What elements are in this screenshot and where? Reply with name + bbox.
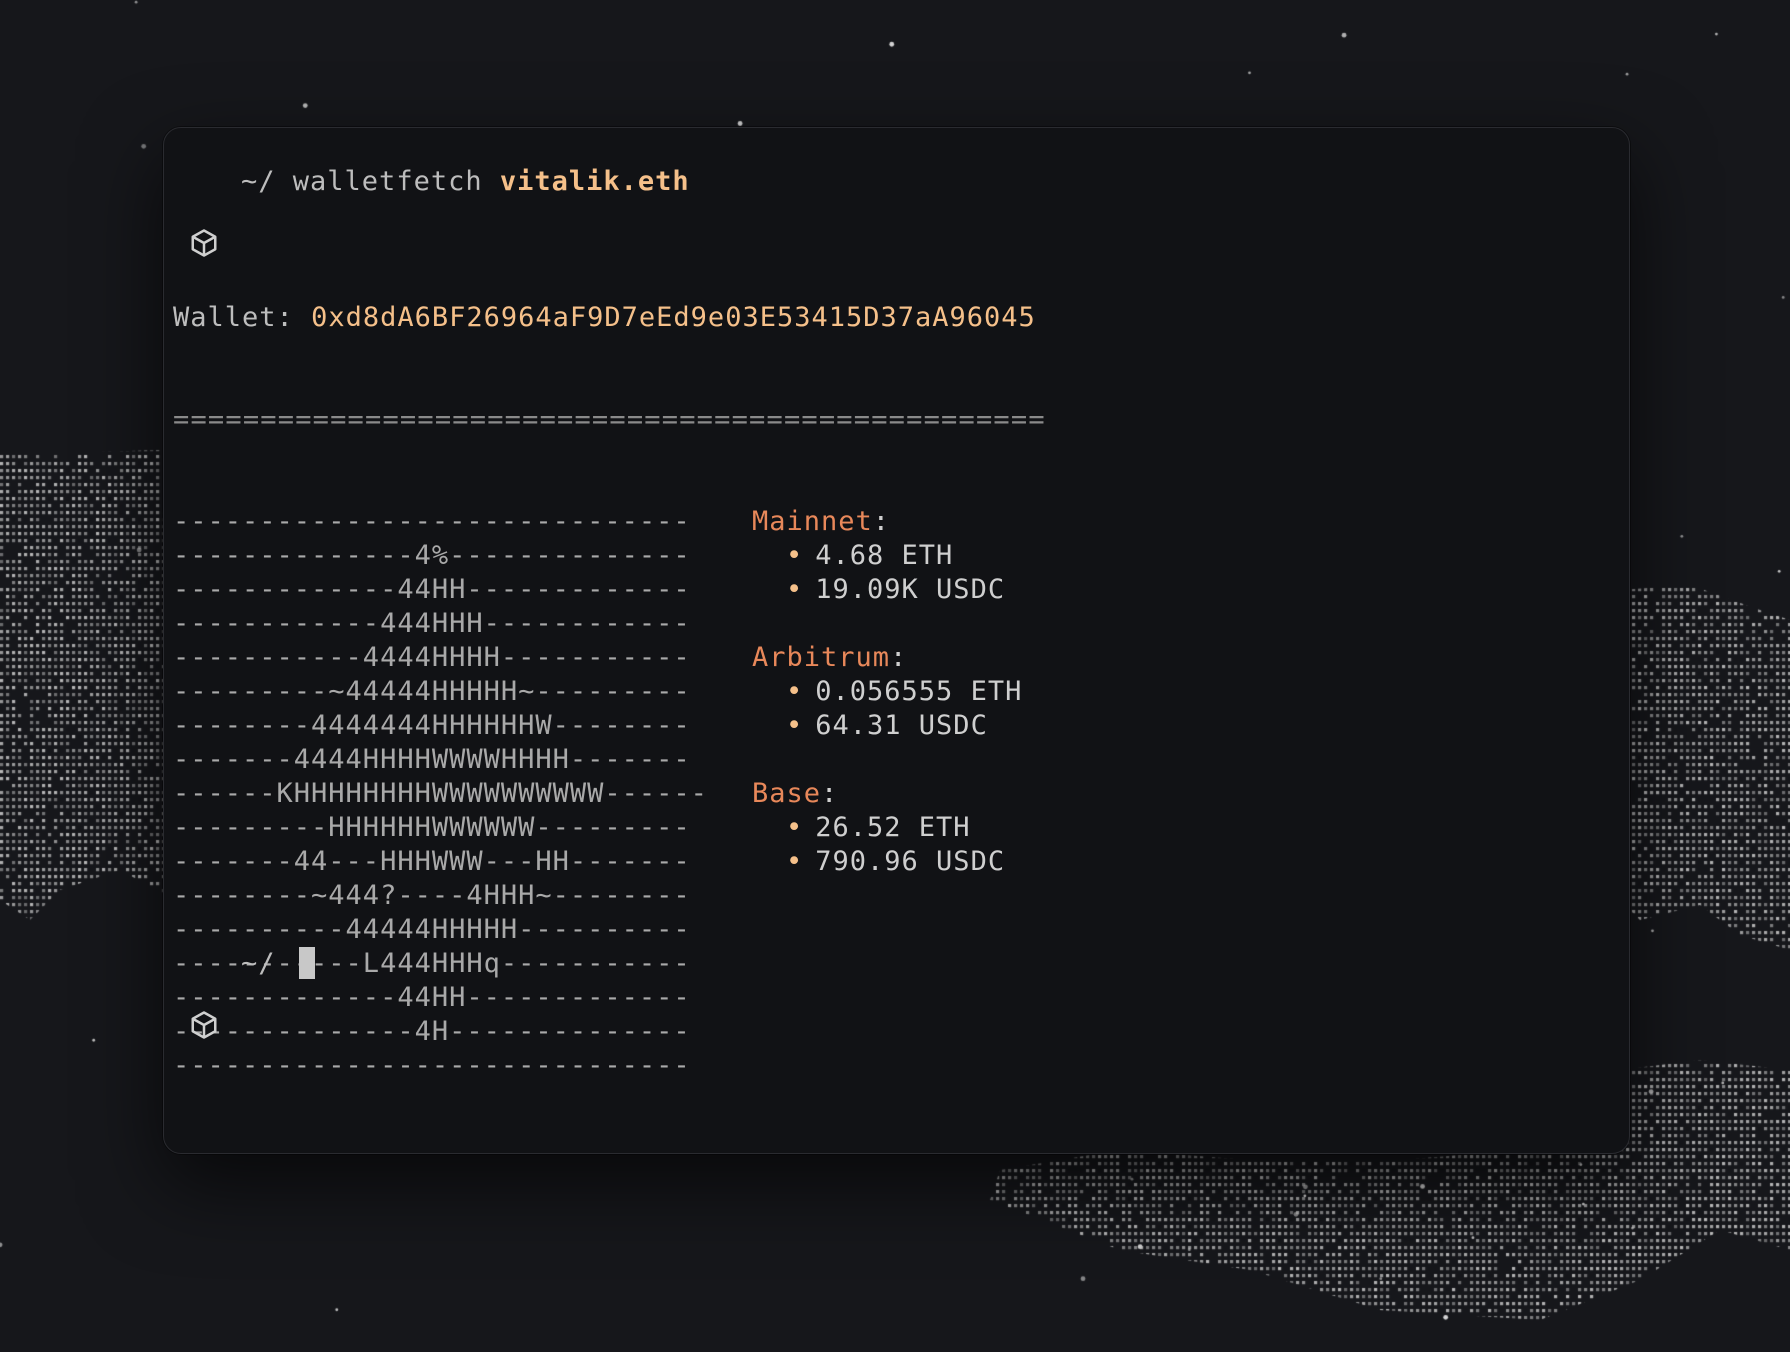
asset-amount: 0.056555 ETH	[815, 676, 1023, 707]
asset-balance: • 19.09K USDC	[752, 573, 1022, 607]
asset-balance: • 64.31 USDC	[752, 709, 1022, 743]
ascii-art-row: -------------44HH-------------	[173, 574, 691, 605]
asset-amount: 790.96 USDC	[815, 846, 1006, 877]
terminal-window[interactable]: ~/ walletfetch vitalik.eth Wallet: 0xd8d…	[163, 127, 1630, 1154]
output-columns: ------------------------------ ----------…	[173, 505, 1046, 1083]
ascii-art-row: ---------~44444HHHHH~---------	[173, 676, 691, 707]
ascii-art-row: ------------------------------	[173, 506, 691, 537]
ascii-art-row: -------44---HHHWWW---HH-------	[173, 846, 691, 877]
prompt-path: ~/	[241, 947, 276, 979]
command-prompt: ~/ walletfetch vitalik.eth	[189, 161, 690, 257]
bullet-icon: •	[786, 710, 804, 741]
bullet-icon: •	[786, 574, 804, 605]
wallet-line: Wallet: 0xd8dA6BF26964aF9D7eEd9e03E53415…	[173, 301, 1046, 335]
prompt-path: ~/	[241, 165, 276, 197]
asset-amount: 19.09K USDC	[815, 574, 1006, 605]
command-output: Wallet: 0xd8dA6BF26964aF9D7eEd9e03E53415…	[173, 233, 1046, 1151]
network-name: Mainnet:	[752, 506, 891, 537]
prompt-argument: vitalik.eth	[499, 165, 690, 197]
text-cursor[interactable]	[298, 947, 315, 979]
asset-amount: 64.31 USDC	[815, 710, 988, 741]
ascii-art-row: ------KHHHHHHHHWWWWWWWWWW------	[173, 778, 708, 809]
asset-balance: • 4.68 ETH	[752, 539, 1022, 573]
wallet-address[interactable]: 0xd8dA6BF26964aF9D7eEd9e03E53415D37aA960…	[311, 302, 1036, 333]
asset-amount: 4.68 ETH	[815, 540, 954, 571]
asset-balance: • 0.056555 ETH	[752, 675, 1022, 709]
idle-prompt[interactable]: ~/	[189, 943, 315, 1039]
ascii-art-row: ------------444HHH------------	[173, 608, 691, 639]
network-name: Arbitrum:	[752, 642, 908, 673]
ascii-art-row: ---------HHHHHHWWWWWW---------	[173, 812, 691, 843]
ascii-art-row: --------------4%--------------	[173, 540, 691, 571]
bullet-icon: •	[786, 812, 804, 843]
cube-icon	[189, 948, 219, 1039]
network-spacer	[752, 607, 1022, 641]
network-spacer	[752, 743, 1022, 777]
bullet-icon: •	[786, 540, 804, 571]
wallet-label: Wallet:	[173, 302, 294, 333]
ascii-art-row: -------4444HHHHWWWWHHHH-------	[173, 744, 691, 775]
asset-amount: 26.52 ETH	[815, 812, 971, 843]
network-name: Base:	[752, 778, 839, 809]
bullet-icon: •	[786, 676, 804, 707]
asset-balance: • 26.52 ETH	[752, 811, 1022, 845]
ascii-art-row: ----------44444HHHHH----------	[173, 914, 691, 945]
network-balances: Mainnet: • 4.68 ETH • 19.09K USDC Arbitrum: • 0…	[752, 505, 1022, 1083]
prompt-command: walletfetch	[292, 165, 483, 197]
ascii-art-row: --------4444444HHHHHHW--------	[173, 710, 691, 741]
ascii-art-row: -----------4444HHHH-----------	[173, 642, 691, 673]
network-label: Arbitrum	[752, 642, 891, 673]
bullet-icon: •	[786, 846, 804, 877]
ascii-art-row: ------------------------------	[173, 1050, 691, 1081]
ascii-art-row: --------------4H--------------	[173, 1016, 691, 1047]
network-label: Base	[752, 778, 822, 809]
separator-rule: ========================================…	[173, 404, 1046, 435]
network-label: Mainnet	[752, 506, 873, 537]
ascii-art-row: --------~444?----4HHH~--------	[173, 880, 691, 911]
asset-balance: • 790.96 USDC	[752, 845, 1022, 879]
cube-icon	[189, 166, 219, 257]
